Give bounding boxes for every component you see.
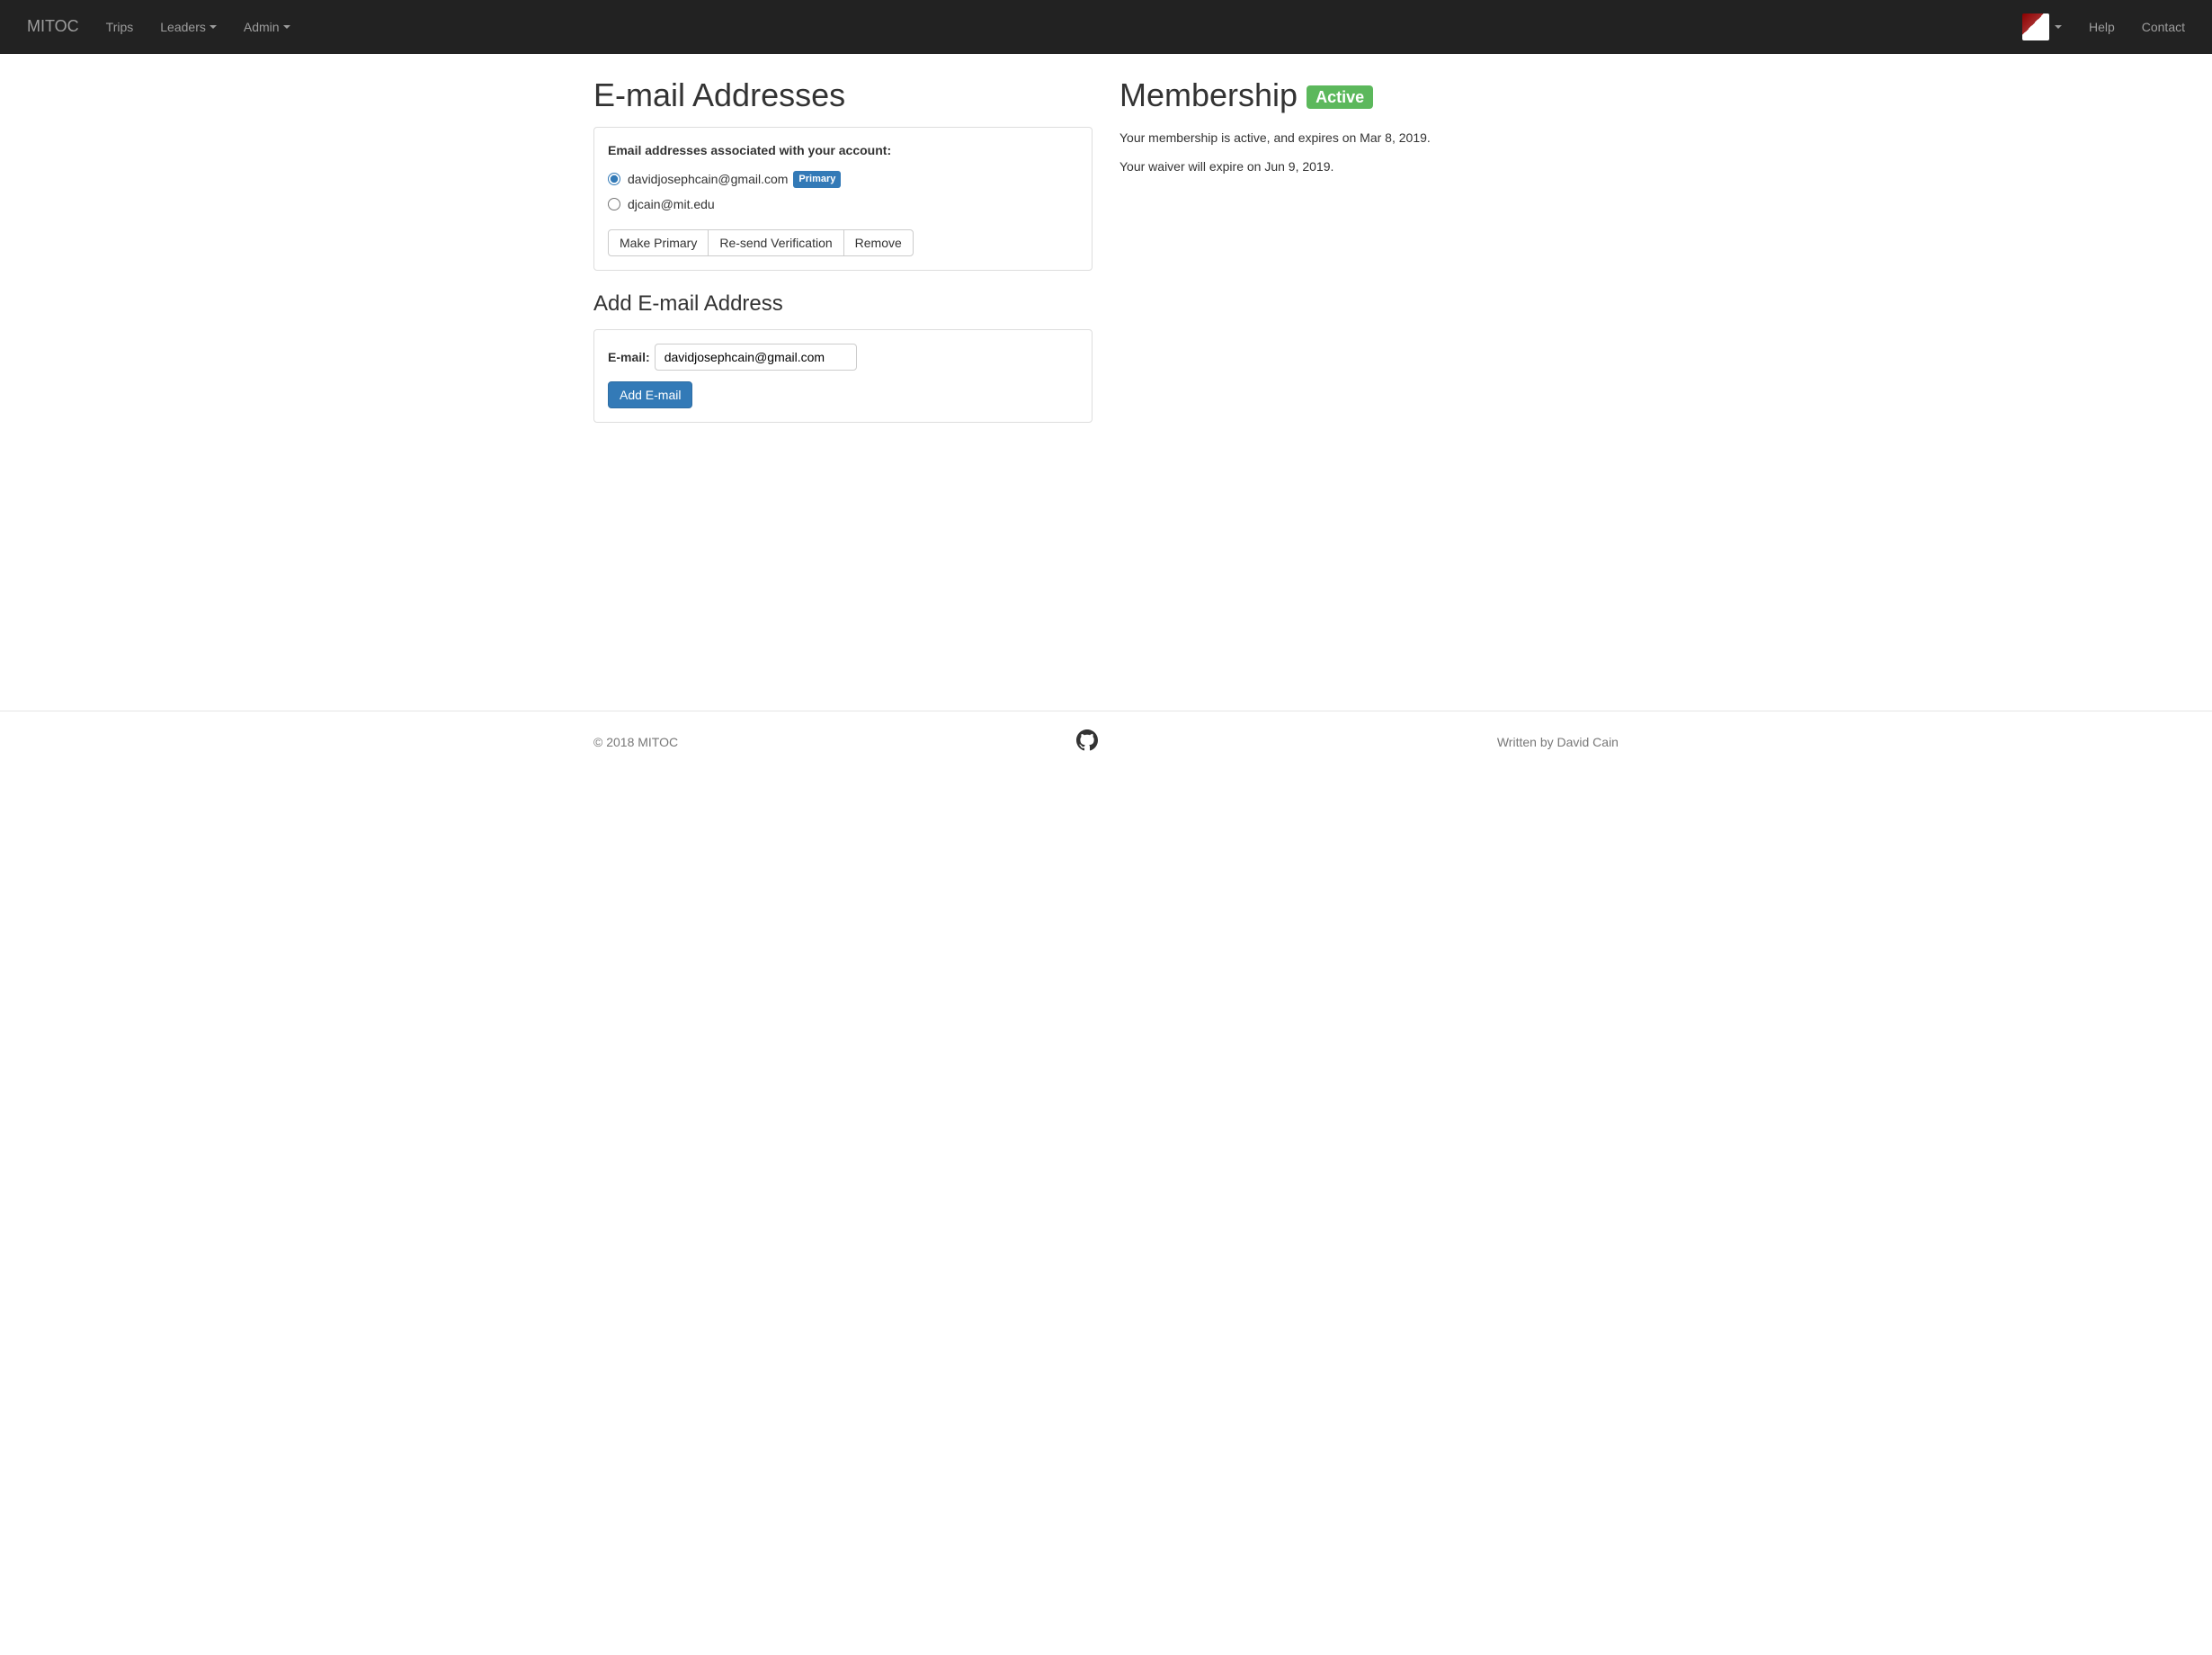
main-row: E-mail Addresses Email addresses associa… <box>580 54 1632 441</box>
membership-line1: Your membership is active, and expires o… <box>1119 129 1619 147</box>
caret-icon <box>2055 25 2062 29</box>
add-email-panel: E-mail: Add E-mail <box>593 329 1093 423</box>
right-column: Membership Active Your membership is act… <box>1106 54 1632 441</box>
github-icon <box>1076 729 1098 751</box>
footer-credit: Written by David Cain <box>1497 733 1619 751</box>
resend-verification-button[interactable]: Re-send Verification <box>708 229 843 256</box>
email-address-1: djcain@mit.edu <box>628 195 715 213</box>
add-email-panel-body: E-mail: Add E-mail <box>594 330 1092 422</box>
email-item-0: davidjosephcain@gmail.com Primary <box>608 170 1078 188</box>
email-radio-1[interactable] <box>608 198 620 210</box>
email-item-1: djcain@mit.edu <box>608 195 1078 213</box>
email-field-label: E-mail: <box>608 348 650 366</box>
footer: © 2018 MITOC Written by David Cain <box>0 711 2212 774</box>
nav-left: MITOC Trips Leaders Admin <box>13 2 304 52</box>
add-email-form-row: E-mail: <box>608 344 1078 371</box>
email-field[interactable] <box>655 344 857 371</box>
email-address-0: davidjosephcain@gmail.com <box>628 170 788 188</box>
membership-title-text: Membership <box>1119 76 1298 113</box>
caret-icon <box>210 25 217 29</box>
nav-trips[interactable]: Trips <box>93 4 147 49</box>
nav-leaders[interactable]: Leaders <box>147 4 230 49</box>
membership-title: Membership Active <box>1119 72 1619 118</box>
avatar <box>2022 13 2049 40</box>
emails-panel: Email addresses associated with your acc… <box>593 127 1093 271</box>
nav-admin[interactable]: Admin <box>230 4 304 49</box>
nav-contact[interactable]: Contact <box>2128 4 2199 49</box>
make-primary-button[interactable]: Make Primary <box>608 229 709 256</box>
membership-line2: Your waiver will expire on Jun 9, 2019. <box>1119 157 1619 175</box>
footer-container: © 2018 MITOC Written by David Cain <box>580 729 1632 756</box>
nav-help[interactable]: Help <box>2075 4 2128 49</box>
nav-user-menu[interactable] <box>2009 0 2075 54</box>
email-button-group: Make Primary Re-send Verification Remove <box>608 229 914 256</box>
add-email-title: Add E-mail Address <box>593 289 1093 319</box>
github-link[interactable] <box>1076 729 1098 756</box>
nav-right: Help Contact <box>2009 0 2199 54</box>
emails-subtitle: Email addresses associated with your acc… <box>608 141 1078 159</box>
email-radio-0[interactable] <box>608 173 620 185</box>
status-badge: Active <box>1307 85 1373 109</box>
nav-leaders-label: Leaders <box>160 18 206 36</box>
footer-copyright: © 2018 MITOC <box>593 733 678 751</box>
nav-admin-label: Admin <box>244 18 280 36</box>
emails-panel-body: Email addresses associated with your acc… <box>594 128 1092 270</box>
brand-link[interactable]: MITOC <box>13 2 93 52</box>
left-column: E-mail Addresses Email addresses associa… <box>580 54 1106 441</box>
primary-badge: Primary <box>793 171 841 189</box>
caret-icon <box>283 25 290 29</box>
navbar: MITOC Trips Leaders Admin Help Contact <box>0 0 2212 54</box>
add-email-button[interactable]: Add E-mail <box>608 381 692 408</box>
emails-title: E-mail Addresses <box>593 72 1093 118</box>
main-container: E-mail Addresses Email addresses associa… <box>580 54 1632 441</box>
remove-button[interactable]: Remove <box>843 229 914 256</box>
